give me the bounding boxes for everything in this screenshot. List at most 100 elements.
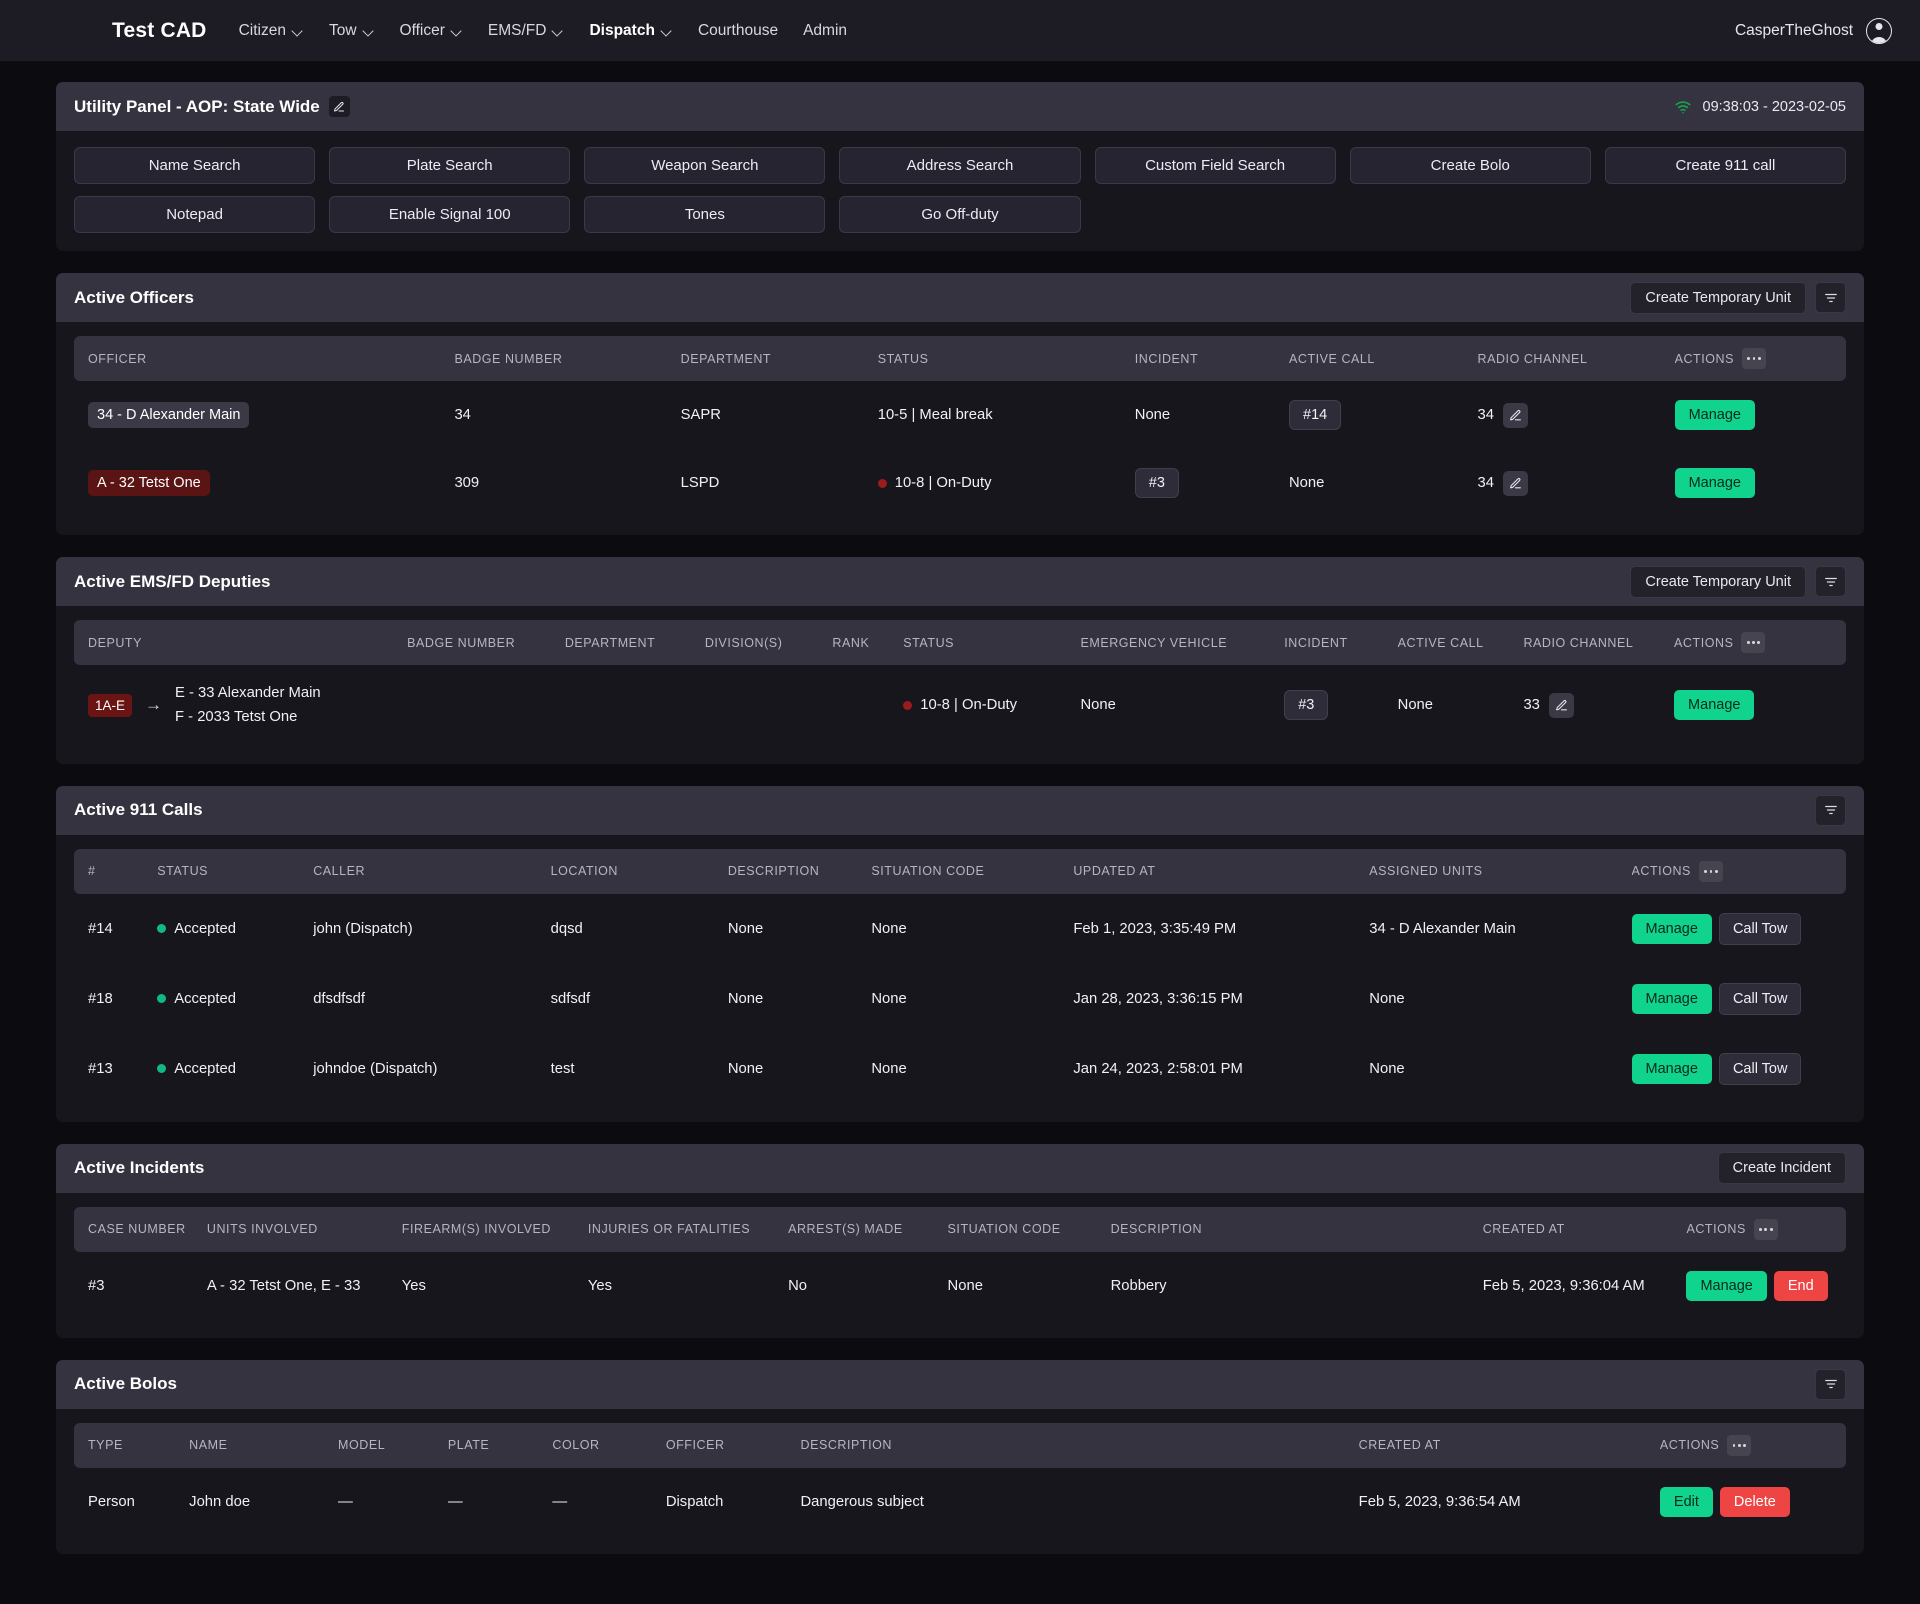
- active-deputies-card: Active EMS/FD Deputies Create Temporary …: [56, 557, 1864, 764]
- deputy-name-line-1: E - 33 Alexander Main: [175, 684, 321, 702]
- nav-item-ems-fd[interactable]: EMS/FD: [488, 22, 565, 40]
- status-dot-icon: [878, 479, 887, 488]
- filter-icon-deputies[interactable]: [1815, 566, 1846, 597]
- active-deputies-tbody: 1A-E → E - 33 Alexander Main F - 2033 Tetst…: [74, 665, 1846, 746]
- status-text: Accepted: [174, 921, 236, 937]
- cell-rank: [832, 665, 903, 746]
- col-location: LOCATION: [551, 849, 728, 894]
- utility-button-plate-search[interactable]: Plate Search: [329, 147, 570, 184]
- cell-status: 10-8 | On-Duty: [903, 665, 1080, 746]
- filter-icon-bolos[interactable]: [1815, 1369, 1846, 1400]
- create-temporary-unit-button-officers[interactable]: Create Temporary Unit: [1630, 282, 1806, 314]
- utility-button-go-off-duty[interactable]: Go Off-duty: [839, 196, 1080, 233]
- cell-incident: None: [1135, 381, 1289, 449]
- manage-button[interactable]: Manage: [1675, 400, 1755, 430]
- utility-button-tones[interactable]: Tones: [584, 196, 825, 233]
- utility-button-notepad[interactable]: Notepad: [74, 196, 315, 233]
- filter-icon-officers[interactable]: [1815, 282, 1846, 313]
- filter-icon-calls[interactable]: [1815, 795, 1846, 826]
- incident-chip[interactable]: #3: [1284, 690, 1328, 720]
- utility-button-create-911-call[interactable]: Create 911 call: [1605, 147, 1846, 184]
- utility-button-address-search[interactable]: Address Search: [839, 147, 1080, 184]
- col-incident: INCIDENT: [1135, 336, 1289, 381]
- cell-actions: Manage End: [1686, 1252, 1846, 1320]
- manage-button[interactable]: Manage: [1686, 1271, 1766, 1301]
- manage-button[interactable]: Manage: [1674, 690, 1754, 720]
- active-bolos-tbody: PersonJohn doe———DispatchDangerous subje…: [74, 1468, 1846, 1536]
- cell-injuries-or-fatalities: Yes: [588, 1252, 788, 1320]
- active-deputies-table: DEPUTY BADGE NUMBER DEPARTMENT DIVISION(…: [74, 620, 1846, 746]
- col-deputy: DEPUTY: [74, 620, 407, 665]
- nav-item-citizen[interactable]: Citizen: [239, 22, 304, 40]
- cell-emergency-vehicle: None: [1080, 665, 1284, 746]
- utility-button-enable-signal-100[interactable]: Enable Signal 100: [329, 196, 570, 233]
- edit-pencil-icon[interactable]: [1503, 471, 1528, 496]
- cell-call-number: #13: [74, 1034, 157, 1104]
- edit-pencil-icon[interactable]: [1549, 693, 1574, 718]
- utility-panel-body: Name Search Plate Search Weapon Search Addr…: [56, 131, 1864, 251]
- utility-button-custom-field-search[interactable]: Custom Field Search: [1095, 147, 1336, 184]
- nav-item-officer[interactable]: Officer: [400, 22, 463, 40]
- avatar-icon[interactable]: [1866, 18, 1892, 44]
- delete-button[interactable]: Delete: [1720, 1487, 1790, 1517]
- active-officers-table-wrap: OFFICER BADGE NUMBER DEPARTMENT STATUS I…: [56, 322, 1864, 535]
- manage-button[interactable]: Manage: [1632, 984, 1712, 1014]
- nav-item-admin[interactable]: Admin: [803, 22, 847, 40]
- deputy-name-line-2: F - 2033 Tetst One: [175, 708, 321, 726]
- officer-unit-chip[interactable]: 34 - D Alexander Main: [88, 402, 249, 428]
- col-description: DESCRIPTION: [728, 849, 872, 894]
- utility-button-name-search[interactable]: Name Search: [74, 147, 315, 184]
- incident-chip[interactable]: #3: [1135, 468, 1179, 498]
- utility-panel-title: Utility Panel - AOP: State Wide: [74, 97, 320, 117]
- edit-pencil-icon[interactable]: [1503, 403, 1528, 428]
- radio-channel-value: 34: [1478, 407, 1494, 423]
- col-model: MODEL: [338, 1423, 448, 1468]
- active-incidents-title: Active Incidents: [74, 1158, 204, 1178]
- column-options-icon[interactable]: [1727, 1435, 1751, 1456]
- nav-item-courthouse[interactable]: Courthouse: [698, 22, 778, 40]
- active-officers-card: Active Officers Create Temporary Unit OF…: [56, 273, 1864, 535]
- col-created-at: CREATED AT: [1359, 1423, 1660, 1468]
- call-tow-button[interactable]: Call Tow: [1719, 983, 1802, 1015]
- end-button[interactable]: End: [1774, 1271, 1828, 1301]
- edit-button[interactable]: Edit: [1660, 1487, 1713, 1517]
- nav-item-dispatch[interactable]: Dispatch: [589, 22, 672, 40]
- column-options-icon[interactable]: [1742, 348, 1766, 369]
- officer-unit-chip[interactable]: A - 32 Tetst One: [88, 470, 210, 496]
- manage-button[interactable]: Manage: [1632, 1054, 1712, 1084]
- cell-assigned-units: None: [1369, 964, 1631, 1034]
- utility-button-weapon-search[interactable]: Weapon Search: [584, 147, 825, 184]
- call-tow-button[interactable]: Call Tow: [1719, 913, 1802, 945]
- col-status: STATUS: [157, 849, 313, 894]
- cell-color: —: [552, 1468, 665, 1536]
- active-call-chip[interactable]: #14: [1289, 400, 1341, 430]
- cell-status: Accepted: [157, 1034, 313, 1104]
- wifi-icon: [1674, 100, 1692, 114]
- column-options-icon[interactable]: [1699, 861, 1723, 882]
- deputy-callsign-chip[interactable]: 1A-E: [88, 694, 132, 717]
- create-temporary-unit-button-deputies[interactable]: Create Temporary Unit: [1630, 566, 1806, 598]
- nav-item-tow[interactable]: Tow: [329, 22, 375, 40]
- column-options-icon[interactable]: [1741, 632, 1765, 653]
- create-incident-button[interactable]: Create Incident: [1718, 1152, 1846, 1184]
- actions-group: Manage: [1674, 690, 1832, 720]
- nav-item-label: Admin: [803, 22, 847, 40]
- col-actions-label: ACTIONS: [1674, 636, 1733, 650]
- column-options-icon[interactable]: [1754, 1219, 1778, 1240]
- cell-status: 10-5 | Meal break: [878, 381, 1135, 449]
- manage-button[interactable]: Manage: [1675, 468, 1755, 498]
- arrow-right-icon: →: [145, 695, 162, 715]
- edit-aop-pencil-icon[interactable]: [329, 96, 350, 117]
- main-nav: Citizen Tow Officer EMS/FD Dispatch Courthous…: [239, 22, 847, 40]
- call-tow-button[interactable]: Call Tow: [1719, 1053, 1802, 1085]
- utility-button-create-bolo[interactable]: Create Bolo: [1350, 147, 1591, 184]
- chevron-down-icon: [452, 27, 463, 34]
- col-department: DEPARTMENT: [681, 336, 878, 381]
- manage-button[interactable]: Manage: [1632, 914, 1712, 944]
- chevron-down-icon: [553, 27, 564, 34]
- col-arrests: ARREST(S) MADE: [788, 1207, 947, 1252]
- col-name: NAME: [189, 1423, 338, 1468]
- actions-group: EditDelete: [1660, 1487, 1832, 1517]
- active-bolos-thead: TYPE NAME MODEL PLATE COLOR OFFICER DESC…: [74, 1423, 1846, 1468]
- page-content: Utility Panel - AOP: State Wide 09:38:03…: [0, 61, 1920, 1604]
